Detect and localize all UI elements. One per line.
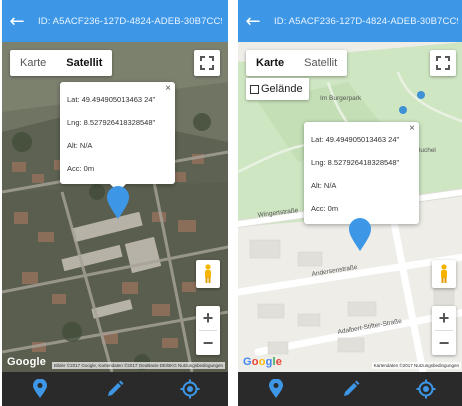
- location-pin-icon: [32, 379, 47, 398]
- location-info-window: × Lat: 49.494905013463 24" Lng: 8.527926…: [60, 82, 175, 192]
- zoom-controls: + −: [196, 306, 220, 355]
- pencil-icon: [343, 380, 360, 396]
- back-arrow-icon[interactable]: ←: [2, 0, 32, 42]
- fullscreen-button[interactable]: [430, 50, 456, 76]
- street-label-burgerpark: Im Burgerpark: [320, 95, 362, 102]
- back-arrow-icon[interactable]: ←: [238, 0, 268, 42]
- terrain-checkbox[interactable]: [250, 84, 259, 94]
- nav-location-tab[interactable]: [20, 372, 60, 406]
- gps-target-icon: [180, 379, 200, 399]
- nav-edit-tab[interactable]: [95, 372, 135, 406]
- map-type-selector: Karte Satellit: [246, 50, 348, 76]
- location-pin-icon: [268, 379, 283, 398]
- gps-target-icon: [416, 379, 436, 399]
- latitude-text: Lat: 49.494905013463 24": [67, 95, 156, 104]
- map-type-selector: Karte Satellit: [10, 50, 113, 76]
- street-label-buchel: Buchel: [416, 147, 436, 154]
- altitude-text: Alt: N/A: [311, 181, 337, 190]
- fullscreen-icon: [200, 56, 214, 70]
- zoom-controls: + −: [432, 306, 456, 355]
- fullscreen-icon: [436, 56, 450, 70]
- close-icon[interactable]: ×: [409, 123, 415, 134]
- location-marker-icon[interactable]: [348, 218, 372, 252]
- map-attribution[interactable]: Bilder ©2017 Google, Kartendaten ©2017 G…: [52, 362, 225, 369]
- altitude-text: Alt: N/A: [67, 141, 93, 150]
- street-view-button[interactable]: [196, 260, 220, 288]
- latitude-text: Lat: 49.494905013463 24": [311, 135, 400, 144]
- google-logo: Google: [243, 356, 282, 368]
- zoom-out-button[interactable]: −: [196, 331, 220, 355]
- map-type-option-satellite[interactable]: Satellit: [294, 50, 347, 76]
- map-type-option-map[interactable]: Karte: [246, 50, 294, 76]
- longitude-text: Lng: 8.527926418328548": [67, 118, 156, 127]
- street-view-button[interactable]: [432, 260, 456, 288]
- location-info-window: × Lat: 49.494905013463 24" Lng: 8.527926…: [304, 122, 419, 232]
- app-bar: ← ID: A5ACF236-127D-4824-ADEB-30B7CC9...: [2, 0, 228, 42]
- google-logo: Google: [7, 356, 47, 368]
- map-type-option-map[interactable]: Karte: [10, 50, 56, 76]
- screen-satellite: ← ID: A5ACF236-127D-4824-ADEB-30B7CC9...: [2, 0, 228, 406]
- terrain-toggle[interactable]: Gelände: [246, 78, 309, 100]
- fullscreen-button[interactable]: [194, 50, 220, 76]
- screen-map: ← ID: A5ACF236-127D-4824-ADEB-30B7CC9...: [238, 0, 462, 406]
- location-marker-icon[interactable]: [106, 186, 130, 220]
- device-id-title: ID: A5ACF236-127D-4824-ADEB-30B7CC9...: [274, 15, 458, 27]
- accuracy-text: Acc: 0m: [67, 164, 95, 173]
- zoom-in-button[interactable]: +: [196, 306, 220, 330]
- map-attribution[interactable]: Kartendaten ©2017 Nutzungsbedingungen: [371, 362, 461, 369]
- accuracy-text: Acc: 0m: [311, 204, 339, 213]
- zoom-in-button[interactable]: +: [432, 306, 456, 330]
- bottom-navigation: [238, 372, 462, 406]
- google-logo-text: Google: [243, 356, 283, 368]
- pencil-icon: [107, 380, 124, 396]
- close-icon[interactable]: ×: [165, 83, 171, 94]
- nav-location-tab[interactable]: [256, 372, 296, 406]
- pegman-icon: [441, 264, 447, 283]
- map-type-option-satellite[interactable]: Satellit: [56, 50, 112, 76]
- zoom-out-button[interactable]: −: [432, 331, 456, 355]
- map-view[interactable]: Karte Satellit × Lat: 49.494905013463 24…: [2, 42, 228, 372]
- bottom-navigation: [2, 372, 228, 406]
- nav-gps-tab[interactable]: [406, 372, 446, 406]
- nav-edit-tab[interactable]: [331, 372, 371, 406]
- app-bar: ← ID: A5ACF236-127D-4824-ADEB-30B7CC9...: [238, 0, 462, 42]
- longitude-text: Lng: 8.527926418328548": [311, 158, 400, 167]
- map-view[interactable]: Im Burgerpark Wingertstraße Andersenstra…: [238, 42, 462, 372]
- nav-gps-tab[interactable]: [170, 372, 210, 406]
- device-id-title: ID: A5ACF236-127D-4824-ADEB-30B7CC9...: [38, 15, 222, 27]
- pegman-icon: [205, 264, 211, 283]
- terrain-label: Gelände: [261, 83, 303, 95]
